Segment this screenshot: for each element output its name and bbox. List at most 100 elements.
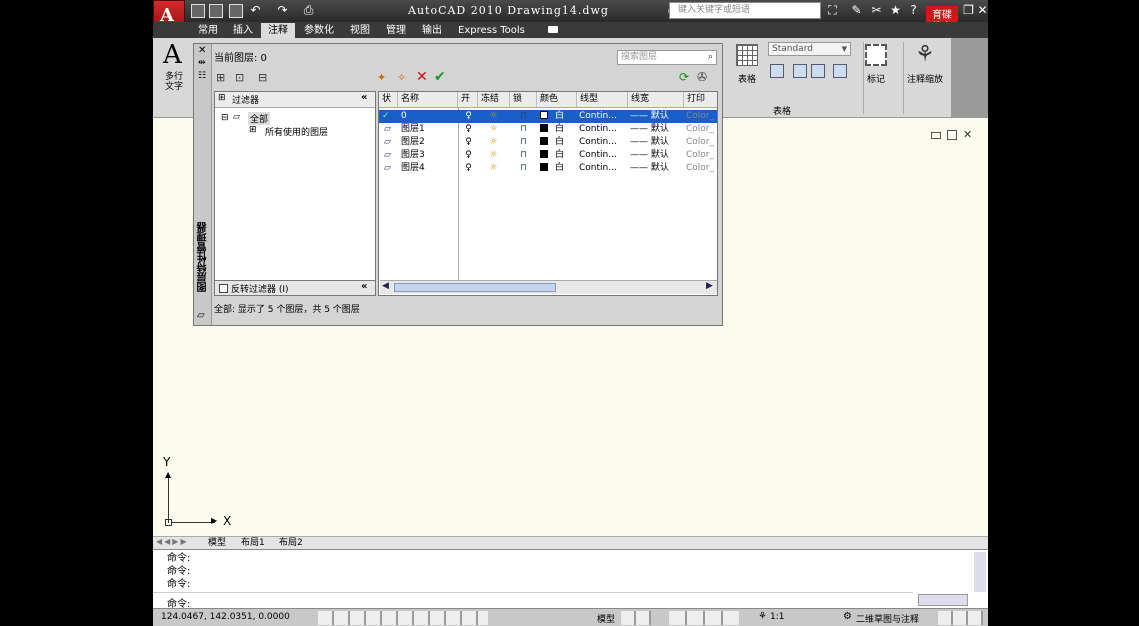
col-status[interactable]: 状 [379, 92, 398, 107]
sun-icon[interactable]: ☼ [487, 162, 500, 175]
lightbulb-icon[interactable]: ♀ [462, 162, 475, 175]
refresh-icon[interactable]: ⟳ [679, 70, 689, 84]
tab-express-tools[interactable]: Express Tools [451, 23, 532, 38]
invert-filter-checkbox[interactable] [219, 284, 228, 293]
settings-wrench-icon[interactable]: ✇ [697, 70, 707, 84]
col-lineweight[interactable]: 线宽 [628, 92, 684, 107]
drawing-close-icon[interactable]: ✕ [963, 128, 972, 141]
plot-icon[interactable]: ⎙ [301, 3, 316, 18]
layer-states-icon[interactable]: ⊟ [258, 71, 267, 84]
tab-parametric[interactable]: 参数化 [297, 23, 341, 38]
col-lock[interactable]: 锁 [510, 92, 537, 107]
tree-item-used-layers[interactable]: 所有使用的图层 [265, 125, 328, 138]
annotation-scale-value[interactable]: 1:1 [770, 612, 784, 622]
scroll-right-icon[interactable]: ▶ [706, 281, 713, 291]
undo-icon[interactable]: ↶ [248, 3, 263, 18]
tab-manage[interactable]: 管理 [379, 23, 413, 38]
tab-annotate[interactable]: 注释 [261, 23, 295, 38]
tab-layout1[interactable]: 布局1 [241, 537, 265, 549]
tab-layout2[interactable]: 布局2 [279, 537, 303, 549]
tab-insert[interactable]: 插入 [226, 23, 260, 38]
layer-name[interactable]: 0 [401, 110, 407, 123]
redo-icon[interactable]: ↷ [275, 3, 290, 18]
lock-open-icon[interactable]: ⊓ [517, 123, 530, 136]
tab-home[interactable]: 常用 [191, 23, 225, 38]
restore-icon[interactable]: ❐ [961, 3, 976, 18]
markup-label[interactable]: 标记 [867, 72, 885, 85]
color-swatch[interactable] [540, 136, 551, 149]
tree-item-all[interactable]: 全部 [248, 112, 271, 125]
layer-row[interactable]: ▱ ♀ ☼ ⊓ 图层4 白 Contin... —— 默认 Color_ [379, 162, 717, 175]
navigation-tools[interactable] [669, 611, 739, 625]
annotation-scale-status-icon[interactable]: ⚘ [758, 611, 767, 622]
col-name[interactable]: 名称 [398, 92, 458, 107]
col-plot[interactable]: 打印 [684, 92, 717, 107]
scroll-thumb[interactable] [394, 283, 556, 292]
layer-row[interactable]: ♀ ☼ ⊓ ✓ 0 白 Contin... —— 默认 Color_ [379, 110, 717, 123]
tab-output[interactable]: 输出 [415, 23, 449, 38]
layer-row[interactable]: ▱ ♀ ☼ ⊓ 图层3 白 Contin... —— 默认 Color_ [379, 149, 717, 162]
lock-open-icon[interactable]: ⊓ [517, 162, 530, 175]
command-scrollbar[interactable] [974, 552, 986, 592]
drawing-minimize-icon[interactable] [931, 132, 941, 139]
delete-layer-icon[interactable]: ✕ [416, 69, 428, 85]
help-icon[interactable]: ? [906, 3, 921, 18]
layout-view-icons[interactable] [621, 611, 651, 625]
set-current-icon[interactable]: ✔ [434, 69, 446, 85]
drawing-restore-icon[interactable] [947, 130, 957, 140]
layer-name[interactable]: 图层4 [401, 162, 425, 175]
annotation-scale-icon[interactable]: ⚘ [915, 42, 935, 67]
palette-autohide-icon[interactable]: ⇹ [198, 58, 206, 68]
markup-icon[interactable] [865, 44, 887, 66]
layer-search-input[interactable]: 搜索图层 ⌕ [617, 50, 717, 65]
new-filter-icon[interactable]: ⊞ [216, 71, 225, 84]
lightbulb-icon[interactable]: ♀ [462, 123, 475, 136]
layer-row[interactable]: ▱ ♀ ☼ ⊓ 图层2 白 Contin... —— 默认 Color_ [379, 136, 717, 149]
drafting-toggles[interactable] [318, 611, 488, 625]
lock-open-icon[interactable]: ⊓ [517, 110, 530, 123]
lightbulb-icon[interactable]: ♀ [462, 149, 475, 162]
annotation-scale-label[interactable]: 注释缩放 [907, 72, 943, 85]
status-tray-icons[interactable] [938, 611, 983, 625]
sun-icon[interactable]: ☼ [487, 149, 500, 162]
collapse-filter-icon[interactable]: « [361, 92, 367, 103]
tab-view[interactable]: 视图 [343, 23, 377, 38]
palette-close-icon[interactable]: ✕ [198, 45, 206, 56]
model-space-button[interactable]: 模型 [597, 612, 615, 625]
command-input-line[interactable]: 命令: [153, 592, 913, 610]
subscription-icon[interactable]: ✂ [869, 3, 884, 18]
color-swatch[interactable] [540, 162, 551, 175]
binoculars-icon[interactable]: ⛶ [825, 3, 840, 18]
tab-model[interactable]: 模型 [208, 537, 226, 549]
lock-open-icon[interactable]: ⊓ [517, 149, 530, 162]
layer-name[interactable]: 图层3 [401, 149, 425, 162]
close-icon[interactable]: ✕ [975, 3, 990, 18]
col-freeze[interactable]: 冻结 [478, 92, 510, 107]
open-icon[interactable] [209, 4, 223, 18]
layer-row[interactable]: ▱ ♀ ☼ ⊓ 图层1 白 Contin... —— 默认 Color_ [379, 123, 717, 136]
download-from-source-icon[interactable] [811, 64, 825, 78]
multiline-text-icon[interactable]: A [163, 40, 182, 70]
lightbulb-icon[interactable]: ♀ [462, 136, 475, 149]
upload-to-source-icon[interactable] [833, 64, 847, 78]
tree-collapse-icon[interactable]: ⊟ [221, 113, 229, 123]
color-swatch[interactable] [540, 123, 551, 136]
communication-center-icon[interactable]: ✎ [849, 3, 864, 18]
layout-nav-icon[interactable]: ◀◀▶▶ [156, 537, 189, 546]
new-group-filter-icon[interactable]: ⊡ [235, 71, 244, 84]
table-style-select[interactable]: Standard ▼ [768, 42, 851, 56]
save-icon[interactable] [229, 4, 243, 18]
col-on[interactable]: 开 [458, 92, 478, 107]
lightbulb-icon[interactable]: ♀ [462, 110, 475, 123]
invert-filter-label[interactable]: 反转过滤器 (I) [231, 282, 289, 295]
layer-name[interactable]: 图层2 [401, 136, 425, 149]
link-data-icon[interactable] [793, 64, 807, 78]
palette-properties-icon[interactable]: ☷ [198, 71, 206, 81]
color-swatch[interactable] [540, 149, 551, 162]
lock-open-icon[interactable]: ⊓ [517, 136, 530, 149]
multiline-text-label[interactable]: 多行 文字 [165, 72, 183, 92]
col-color[interactable]: 颜色 [537, 92, 577, 107]
new-layer-icon[interactable]: ✦ [377, 71, 386, 84]
table-label[interactable]: 表格 [738, 72, 756, 85]
extract-data-icon[interactable] [770, 64, 784, 78]
